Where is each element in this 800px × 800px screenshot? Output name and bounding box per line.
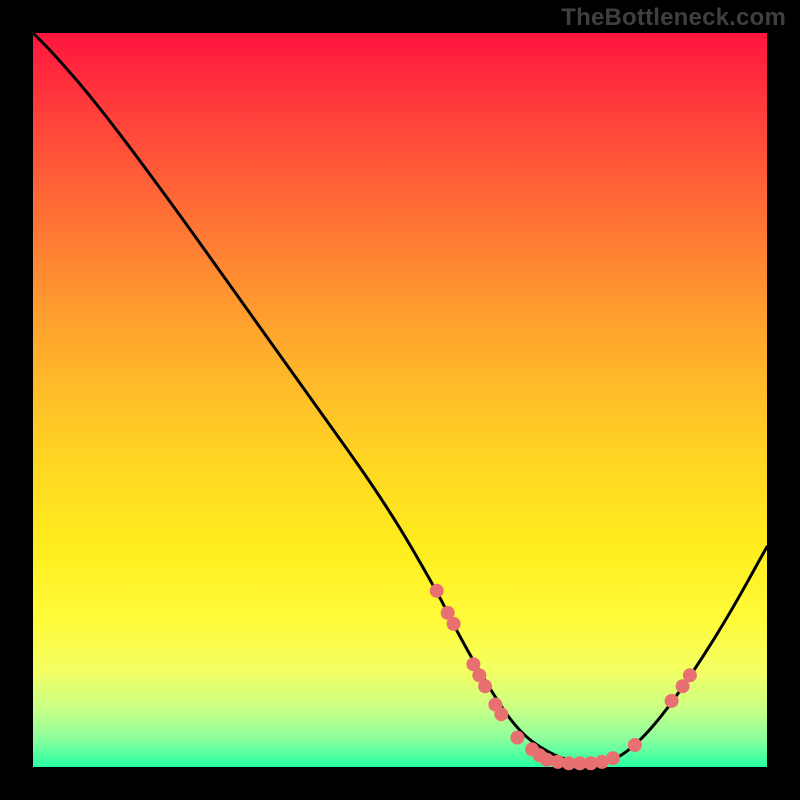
data-marker bbox=[430, 584, 444, 598]
watermark-text: TheBottleneck.com bbox=[561, 4, 786, 32]
chart-frame: TheBottleneck.com bbox=[0, 0, 800, 800]
bottleneck-curve bbox=[33, 33, 767, 763]
marker-group bbox=[430, 584, 697, 771]
chart-svg bbox=[33, 33, 767, 767]
data-marker bbox=[665, 694, 679, 708]
data-marker bbox=[494, 707, 508, 721]
data-marker bbox=[447, 617, 461, 631]
data-marker bbox=[510, 731, 524, 745]
data-marker bbox=[628, 738, 642, 752]
data-marker bbox=[478, 679, 492, 693]
data-marker bbox=[606, 751, 620, 765]
data-marker bbox=[683, 668, 697, 682]
plot-area bbox=[33, 33, 767, 767]
